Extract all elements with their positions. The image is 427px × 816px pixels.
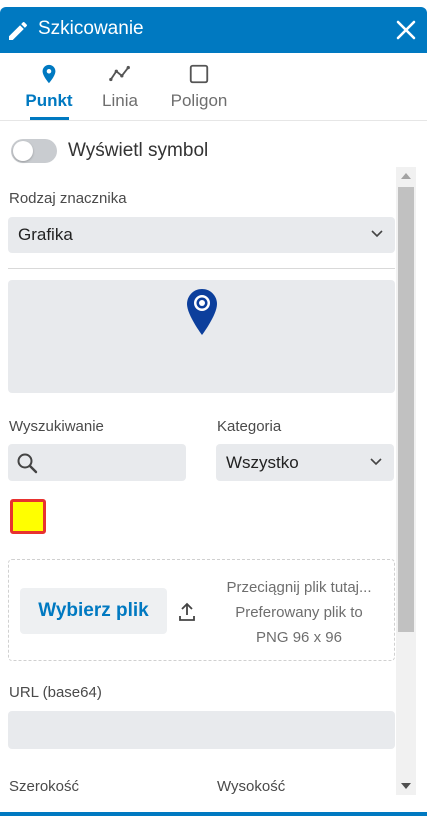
marker-type-select[interactable]: Grafika bbox=[8, 217, 395, 253]
search-input[interactable] bbox=[44, 444, 182, 481]
tab-punkt[interactable]: Punkt bbox=[24, 63, 74, 121]
square-icon bbox=[189, 64, 209, 84]
panel-title: Szkicowanie bbox=[38, 18, 144, 39]
section-divider bbox=[8, 268, 395, 269]
show-symbol-toggle[interactable] bbox=[11, 139, 57, 163]
scroll-down-arrow[interactable] bbox=[401, 783, 411, 789]
search-icon bbox=[17, 453, 38, 474]
toggle-knob bbox=[13, 141, 33, 161]
map-pin-icon bbox=[187, 289, 217, 335]
close-icon[interactable] bbox=[395, 19, 417, 41]
category-select[interactable]: Wszystko bbox=[216, 444, 394, 481]
marker-type-label: Rodzaj znacznika bbox=[9, 190, 127, 207]
tab-label: Poligon bbox=[170, 91, 228, 110]
tab-poligon[interactable]: Poligon bbox=[166, 63, 232, 121]
file-dropzone[interactable]: Wybierz plik Przeciągnij plik tutaj... P… bbox=[8, 559, 395, 661]
url-label: URL (base64) bbox=[9, 684, 102, 701]
dropzone-hint: Przeciągnij plik tutaj... Preferowany pl… bbox=[209, 575, 389, 650]
category-value: Wszystko bbox=[226, 452, 299, 472]
map-pin-icon bbox=[42, 64, 56, 84]
symbol-preview bbox=[8, 280, 395, 393]
marker-type-value: Grafika bbox=[18, 225, 73, 244]
chevron-down-icon bbox=[370, 458, 382, 466]
show-symbol-label: Wyświetl symbol bbox=[68, 140, 209, 161]
geometry-tabs: Punkt Linia Poligon bbox=[0, 53, 427, 121]
show-symbol-row: Wyświetl symbol bbox=[11, 138, 208, 164]
tab-label: Punkt bbox=[25, 91, 73, 110]
tab-linia[interactable]: Linia bbox=[98, 63, 142, 121]
symbol-color-swatch[interactable] bbox=[10, 499, 46, 534]
scrollbar[interactable] bbox=[396, 167, 416, 795]
category-label: Kategoria bbox=[217, 418, 282, 435]
pencil-icon bbox=[9, 21, 28, 40]
scroll-up-arrow[interactable] bbox=[401, 173, 411, 179]
url-base64-input[interactable] bbox=[8, 711, 395, 749]
width-label: Szerokość bbox=[9, 778, 80, 795]
panel-bottom-border bbox=[0, 812, 427, 816]
sketch-panel: Szkicowanie Punkt Linia Poligon Wyświetl… bbox=[0, 0, 427, 816]
panel-header: Szkicowanie bbox=[0, 7, 427, 53]
search-label: Wyszukiwanie bbox=[9, 418, 104, 435]
height-label: Wysokość bbox=[217, 778, 286, 795]
scrollbar-thumb[interactable] bbox=[398, 187, 414, 632]
active-tab-indicator bbox=[30, 117, 69, 120]
dropzone-hint-line: Przeciągnij plik tutaj... bbox=[226, 579, 372, 596]
dropzone-hint-line: Preferowany plik to bbox=[235, 604, 363, 621]
dropzone-hint-line: PNG 96 x 96 bbox=[256, 629, 342, 646]
choose-file-button[interactable]: Wybierz plik bbox=[20, 588, 167, 634]
chevron-down-icon bbox=[371, 230, 383, 238]
polyline-icon bbox=[109, 65, 130, 82]
upload-icon bbox=[179, 602, 195, 621]
search-field[interactable] bbox=[8, 444, 186, 481]
tab-label: Linia bbox=[102, 91, 138, 110]
